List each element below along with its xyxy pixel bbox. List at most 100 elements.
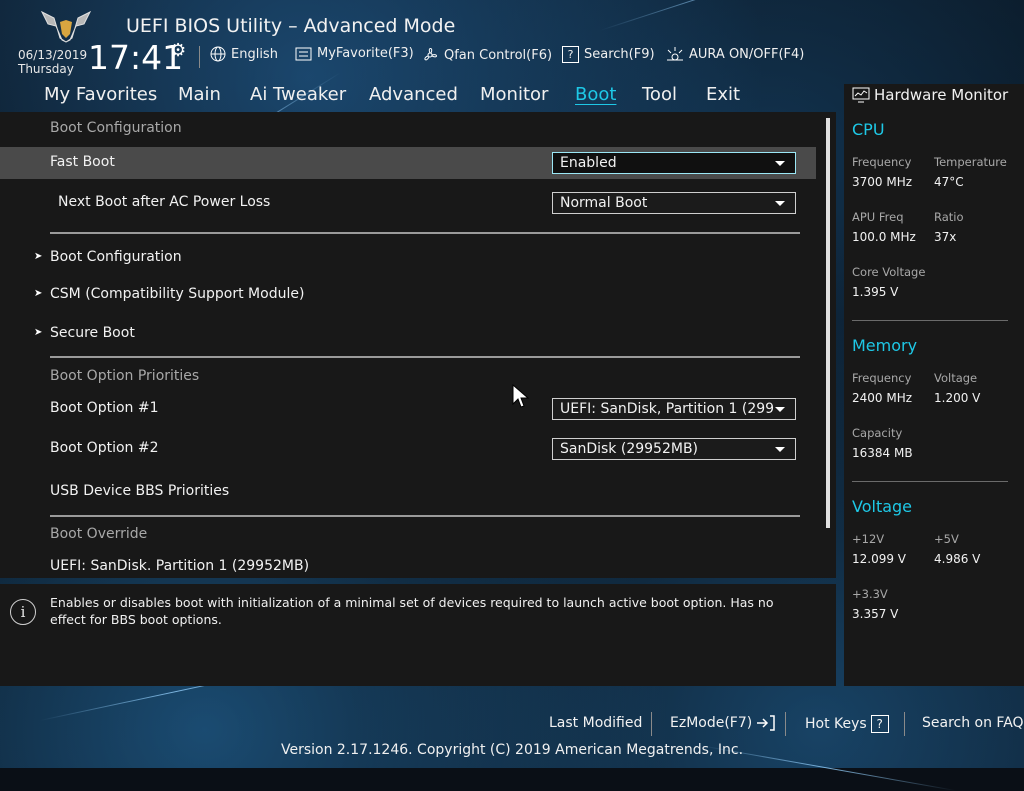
submenu-label: CSM (Compatibility Support Module): [50, 286, 305, 302]
ratio-value: 37x: [934, 230, 957, 244]
last-modified-button[interactable]: Last Modified: [549, 715, 642, 731]
myfavorite-button[interactable]: MyFavorite(F3): [295, 46, 414, 61]
boot-option-2-select[interactable]: SanDisk (29952MB): [552, 438, 796, 460]
day-text: Thursday: [18, 62, 74, 76]
divider: [50, 232, 800, 234]
hotkeys-label: Hot Keys: [805, 716, 867, 732]
app-title: UEFI BIOS Utility – Advanced Mode: [126, 15, 456, 37]
usb-bbs-priorities-row[interactable]: USB Device BBS Priorities: [0, 476, 816, 508]
search-help-icon: ?: [562, 46, 579, 63]
tab-advanced[interactable]: Advanced: [369, 84, 458, 105]
divider: [852, 320, 1008, 321]
next-boot-value: Normal Boot: [560, 195, 648, 211]
help-panel: i Enables or disables boot with initiali…: [0, 584, 836, 686]
memory-voltage-value: 1.200 V: [934, 391, 981, 405]
datetime-date: 06/13/2019 Thursday: [18, 48, 87, 76]
clock: 17:41: [88, 38, 184, 77]
gear-icon[interactable]: ⚙: [170, 40, 186, 61]
fast-boot-label: Fast Boot: [50, 154, 115, 170]
ratio-label: Ratio: [934, 210, 964, 224]
language-label: English: [231, 46, 278, 62]
qfan-label: Qfan Control(F6): [444, 47, 553, 63]
version-text: Version 2.17.1246. Copyright (C) 2019 Am…: [280, 742, 744, 758]
core-voltage-label: Core Voltage: [852, 265, 926, 279]
boot-option-1-label: Boot Option #1: [50, 400, 159, 416]
boot-option-2-label: Boot Option #2: [50, 440, 159, 456]
hotkeys-help-icon: ?: [870, 715, 889, 733]
tab-boot[interactable]: Boot: [575, 84, 616, 105]
v33-value: 3.357 V: [852, 607, 899, 621]
fan-icon: [424, 48, 437, 61]
chevron-down-icon: [775, 161, 785, 166]
memory-frequency-value: 2400 MHz: [852, 391, 913, 405]
search-label: Search(F9): [584, 47, 655, 62]
submenu-arrow-icon: ➤: [34, 288, 43, 299]
section-boot-option-priorities: Boot Option Priorities: [50, 368, 200, 384]
tab-exit[interactable]: Exit: [706, 84, 740, 105]
submenu-label: Secure Boot: [50, 325, 135, 341]
submenu-label: Boot Configuration: [50, 249, 182, 265]
memory-frequency-label: Frequency: [852, 371, 912, 385]
v5-value: 4.986 V: [934, 552, 981, 566]
divider: [50, 515, 800, 517]
v12-label: +12V: [852, 532, 885, 546]
tab-tool[interactable]: Tool: [642, 84, 677, 105]
cpu-temperature-value: 47°C: [934, 175, 964, 189]
qfan-button[interactable]: Qfan Control(F6): [421, 46, 552, 64]
ezmode-button[interactable]: EzMode(F7): [670, 715, 776, 731]
divider: [852, 481, 1008, 482]
next-boot-row[interactable]: Next Boot after AC Power Loss Normal Boo…: [0, 187, 816, 219]
hotkeys-button[interactable]: Hot Keys ?: [805, 715, 889, 733]
boot-option-1-row[interactable]: Boot Option #1 UEFI: SanDisk, Partition …: [0, 393, 816, 425]
core-voltage-value: 1.395 V: [852, 285, 899, 299]
boot-override-item[interactable]: UEFI: SanDisk. Partition 1 (29952MB): [0, 552, 816, 578]
footer-separator: [904, 712, 905, 736]
hardware-monitor-panel: Hardware Monitor CPU Frequency Temperatu…: [844, 84, 1024, 686]
apu-freq-label: APU Freq: [852, 210, 904, 224]
voltage-heading: Voltage: [852, 497, 913, 516]
search-faq-label: Search on FAQ: [922, 715, 1024, 731]
apu-freq-value: 100.0 MHz: [852, 230, 916, 244]
boot-option-1-select[interactable]: UEFI: SanDisk, Partition 1 (29952MB): [552, 398, 796, 420]
exit-arrow-icon: [757, 715, 775, 731]
memory-capacity-label: Capacity: [852, 426, 903, 440]
next-boot-label: Next Boot after AC Power Loss: [58, 194, 271, 210]
submenu-arrow-icon: ➤: [34, 327, 43, 338]
fast-boot-row[interactable]: Fast Boot Enabled: [0, 147, 816, 179]
scrollbar[interactable]: [826, 118, 830, 528]
aura-label: AURA ON/OFF(F4): [689, 46, 805, 62]
search-faq-button[interactable]: Search on FAQ: [922, 715, 1024, 731]
submenu-arrow-icon: ➤: [34, 251, 43, 262]
language-button[interactable]: English: [210, 46, 278, 62]
help-text: Enables or disables boot with initializa…: [50, 595, 774, 627]
boot-option-2-row[interactable]: Boot Option #2 SanDisk (29952MB): [0, 433, 816, 465]
last-modified-label: Last Modified: [549, 715, 643, 731]
tab-main[interactable]: Main: [178, 84, 221, 105]
boot-settings-panel: Boot Configuration Fast Boot Enabled Nex…: [0, 112, 836, 578]
next-boot-select[interactable]: Normal Boot: [552, 192, 796, 214]
mouse-pointer-icon: [512, 384, 530, 408]
tab-monitor[interactable]: Monitor: [480, 84, 548, 105]
date-text: 06/13/2019: [18, 48, 88, 62]
submenu-csm[interactable]: ➤ CSM (Compatibility Support Module): [0, 279, 816, 311]
memory-heading: Memory: [852, 336, 918, 355]
submenu-boot-configuration[interactable]: ➤ Boot Configuration: [0, 242, 816, 274]
fast-boot-select[interactable]: Enabled: [552, 152, 796, 174]
submenu-secure-boot[interactable]: ➤ Secure Boot: [0, 318, 816, 350]
tab-ai-tweaker[interactable]: Ai Tweaker: [250, 84, 346, 105]
section-boot-override: Boot Override: [50, 526, 148, 542]
tab-my-favorites[interactable]: My Favorites: [44, 84, 157, 105]
aura-light-icon: [667, 47, 683, 61]
memory-capacity-value: 16384 MB: [852, 446, 913, 460]
cpu-frequency-value: 3700 MHz: [852, 175, 913, 189]
globe-icon: [210, 46, 226, 62]
favorite-list-icon: [295, 47, 312, 60]
v5-label: +5V: [934, 532, 959, 546]
aura-button[interactable]: AURA ON/OFF(F4): [666, 46, 804, 62]
search-button[interactable]: ? Search(F9): [562, 46, 655, 63]
boot-option-1-value: UEFI: SanDisk, Partition 1 (29952MB): [560, 401, 775, 417]
chevron-down-icon: [775, 407, 785, 412]
boot-option-2-value: SanDisk (29952MB): [560, 441, 699, 457]
tuf-logo: [40, 10, 92, 43]
myfavorite-label: MyFavorite(F3): [317, 46, 414, 61]
